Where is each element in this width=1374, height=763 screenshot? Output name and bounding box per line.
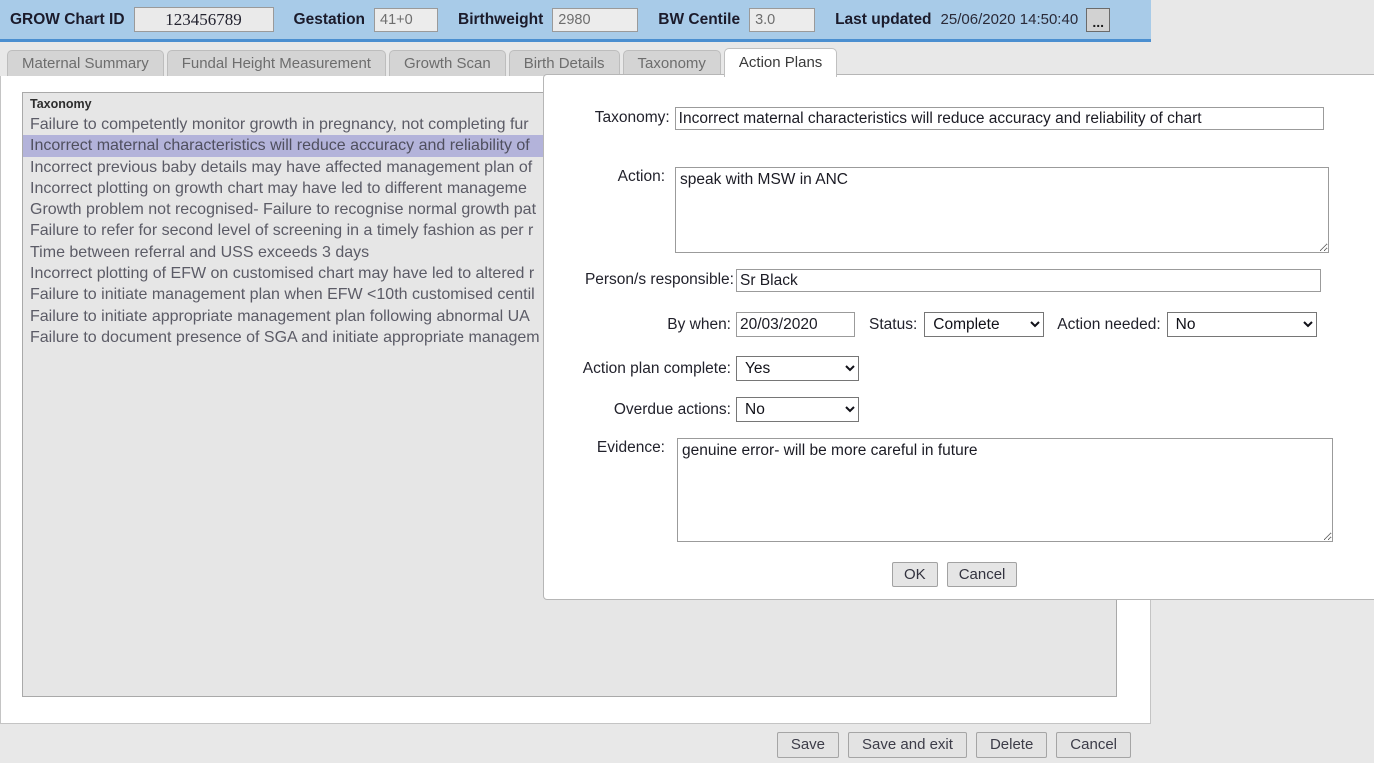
- dialog-taxonomy-label: Taxonomy:: [544, 107, 670, 129]
- dialog-evidence-textarea[interactable]: [677, 438, 1333, 542]
- taxonomy-field-row: Taxonomy:: [544, 107, 1324, 130]
- gestation-input[interactable]: [374, 8, 438, 32]
- gestation-label: Gestation: [294, 11, 365, 29]
- dialog-action-textarea[interactable]: [675, 167, 1329, 253]
- save-and-exit-button[interactable]: Save and exit: [848, 732, 967, 758]
- grow-chart-id-label: GROW Chart ID: [10, 11, 125, 29]
- dialog-action-needed-select[interactable]: NoYes: [1167, 312, 1317, 337]
- action-field-row: Action:: [544, 167, 1329, 253]
- tab-fundal-height-measurement[interactable]: Fundal Height Measurement: [167, 50, 386, 77]
- tab-growth-scan[interactable]: Growth Scan: [389, 50, 506, 77]
- birthweight-label: Birthweight: [458, 11, 543, 29]
- dialog-overdue-actions-select[interactable]: NoYes: [736, 397, 859, 422]
- dialog-by-when-input[interactable]: [736, 312, 855, 337]
- dialog-taxonomy-input[interactable]: [675, 107, 1324, 130]
- dialog-status-label: Status:: [869, 314, 917, 336]
- save-button[interactable]: Save: [777, 732, 839, 758]
- tab-maternal-summary[interactable]: Maternal Summary: [7, 50, 164, 77]
- bw-centile-input[interactable]: [749, 8, 815, 32]
- dialog-person-responsible-input[interactable]: [736, 269, 1321, 292]
- dialog-status-select[interactable]: CompleteIn progressNot started: [924, 312, 1044, 337]
- dialog-cancel-button[interactable]: Cancel: [947, 562, 1018, 587]
- delete-button[interactable]: Delete: [976, 732, 1047, 758]
- dialog-button-group: OK Cancel: [892, 562, 1017, 587]
- dialog-evidence-label: Evidence:: [544, 438, 665, 458]
- dialog-action-plan-complete-label: Action plan complete:: [544, 358, 731, 380]
- grow-chart-id-input[interactable]: [134, 7, 274, 32]
- dialog-ok-button[interactable]: OK: [892, 562, 938, 587]
- by-when-status-row: By when: Status: CompleteIn progressNot …: [544, 312, 1317, 337]
- tab-action-plans[interactable]: Action Plans: [724, 48, 837, 77]
- cancel-button[interactable]: Cancel: [1056, 732, 1131, 758]
- bw-centile-label: BW Centile: [658, 11, 740, 29]
- last-updated-value: 25/06/2020 14:50:40: [941, 11, 1079, 28]
- birthweight-input[interactable]: [552, 8, 638, 32]
- dialog-action-plan-complete-select[interactable]: YesNo: [736, 356, 859, 381]
- last-updated-label: Last updated: [835, 11, 931, 29]
- action-plan-dialog: Taxonomy: Action: Person/s responsible: …: [543, 74, 1374, 600]
- dialog-action-needed-label: Action needed:: [1057, 314, 1160, 336]
- action-plan-complete-row: Action plan complete: YesNo: [544, 356, 859, 381]
- dialog-person-responsible-label: Person/s responsible:: [544, 269, 734, 291]
- person-responsible-field-row: Person/s responsible:: [544, 269, 1324, 292]
- tab-taxonomy[interactable]: Taxonomy: [623, 50, 721, 77]
- overdue-actions-row: Overdue actions: NoYes: [544, 397, 859, 422]
- bottom-action-bar: Save Save and exit Delete Cancel: [0, 727, 1151, 763]
- tab-birth-details[interactable]: Birth Details: [509, 50, 620, 77]
- patient-header-bar: GROW Chart ID Gestation Birthweight BW C…: [0, 0, 1151, 42]
- dialog-action-label: Action:: [544, 167, 665, 187]
- tab-strip: Maternal SummaryFundal Height Measuremen…: [0, 45, 1151, 77]
- evidence-field-row: Evidence:: [544, 438, 1333, 542]
- dialog-overdue-actions-label: Overdue actions:: [544, 399, 731, 421]
- dialog-by-when-label: By when:: [544, 314, 731, 336]
- ellipsis-icon[interactable]: ...: [1086, 8, 1110, 32]
